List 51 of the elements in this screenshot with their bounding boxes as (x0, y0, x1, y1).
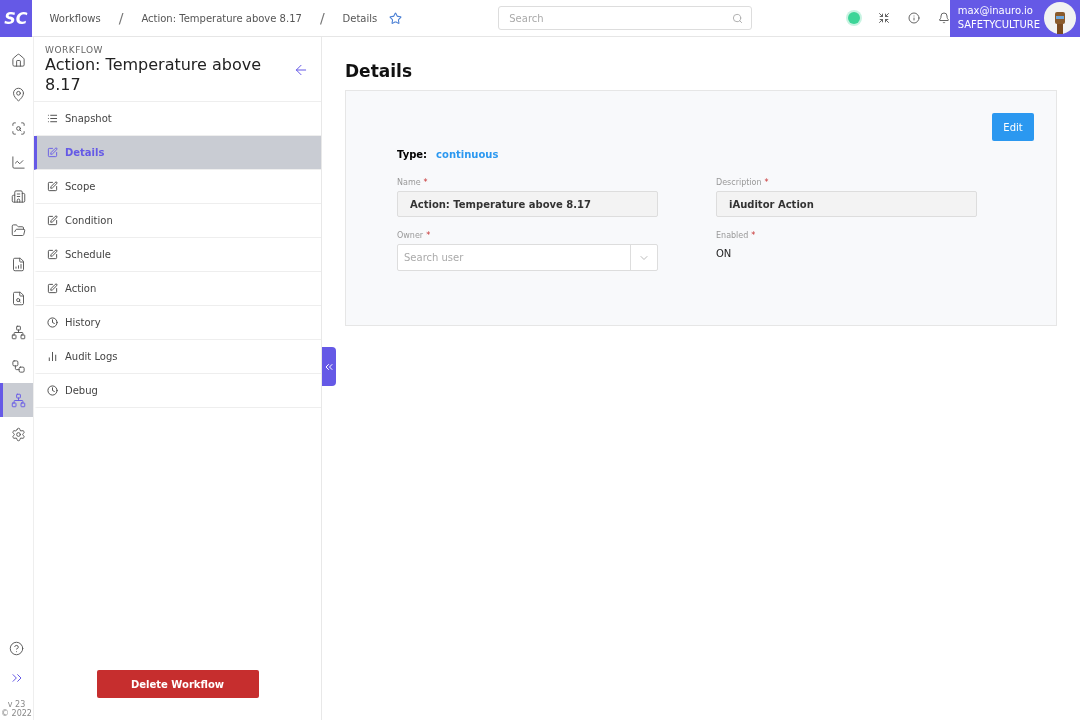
star-icon[interactable] (389, 11, 403, 25)
type-label: Type: (397, 149, 428, 160)
section-caption: WORKFLOW (45, 45, 104, 55)
field-label: Owner (397, 231, 424, 240)
edit-icon (47, 283, 58, 294)
organization-name: SAFETYCULTURE (957, 18, 1040, 32)
back-arrow-icon[interactable] (293, 62, 309, 78)
info-icon[interactable] (907, 12, 920, 24)
field-value: ON (716, 248, 733, 259)
avatar[interactable] (1044, 2, 1076, 34)
delete-workflow-button[interactable]: Delete Workflow (96, 670, 259, 698)
collapse-button[interactable] (322, 347, 336, 386)
field-label: Enabled (716, 231, 749, 240)
text-field[interactable]: Action: Temperature above 8.17 (397, 191, 658, 217)
required-mark: * (426, 231, 431, 240)
edit-icon (47, 147, 58, 158)
bell-icon[interactable] (937, 12, 950, 24)
edit-icon (47, 249, 58, 260)
breadcrumb-link[interactable]: Details (342, 12, 378, 24)
shrink-icon[interactable] (877, 12, 890, 24)
breadcrumb-link[interactable]: Workflows (49, 12, 101, 24)
bar-chart-icon (47, 351, 58, 362)
status-dot (847, 12, 860, 24)
select-field[interactable]: Search user (397, 244, 658, 271)
required-mark: * (764, 178, 769, 187)
help-icon[interactable] (9, 641, 24, 656)
user-search-input[interactable]: Search user (398, 245, 630, 270)
copyright-text: © 2022 (1, 709, 32, 718)
version-text: v 23 (6, 700, 27, 709)
logo[interactable]: SC (0, 0, 32, 37)
clock-icon (47, 385, 58, 396)
edit-icon (47, 181, 58, 192)
search-field[interactable]: Search (498, 6, 752, 30)
text-field[interactable]: iAuditor Action (716, 191, 977, 217)
hierarchy-icon[interactable] (0, 383, 33, 417)
edit-icon (47, 215, 58, 226)
search-input[interactable]: Search (507, 11, 732, 25)
breadcrumb-separator: / (319, 10, 325, 26)
page-heading: Details (345, 61, 413, 81)
type-value: continuous (436, 149, 499, 160)
breadcrumb-separator: / (118, 10, 124, 26)
search-icon (731, 12, 743, 24)
field-label: Name (397, 178, 421, 187)
field-label: Description (716, 178, 762, 187)
list-icon (47, 113, 58, 124)
clock-icon (47, 317, 58, 328)
required-mark: * (423, 178, 428, 187)
required-mark: * (751, 231, 756, 240)
workflow-title: Action: Temperature above 8.17 (45, 55, 263, 95)
user-email: max@inauro.io (957, 4, 1034, 18)
breadcrumb-link[interactable]: Action: Temperature above 8.17 (141, 12, 302, 24)
